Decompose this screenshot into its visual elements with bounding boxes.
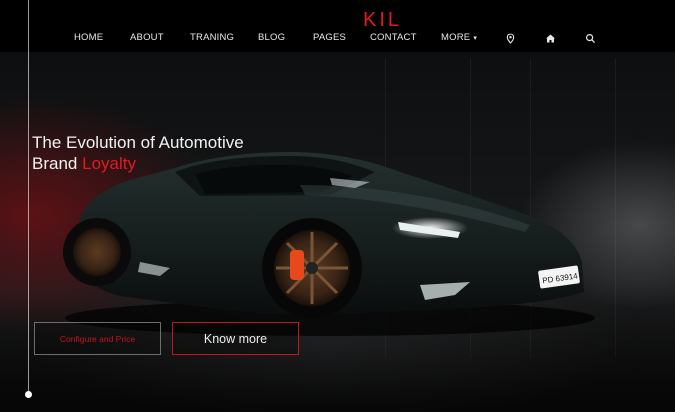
configure-and-price-button[interactable]: Configure and Price xyxy=(34,322,161,355)
caret-down-icon: ▾ xyxy=(473,35,478,42)
nav-training[interactable]: TRANING xyxy=(190,32,234,43)
slide-indicator-dot[interactable] xyxy=(25,391,32,398)
home-icon[interactable] xyxy=(545,31,556,43)
nav-blog[interactable]: BLOG xyxy=(258,32,285,43)
nav-about[interactable]: ABOUT xyxy=(130,32,164,43)
hero-section: PD 63914 KIL HOME ABOUT TRANING BLOG PAG… xyxy=(0,0,675,412)
know-more-button[interactable]: Know more xyxy=(172,322,299,355)
brake-caliper xyxy=(290,250,304,280)
rear-rim xyxy=(73,228,121,276)
brand-logo[interactable]: KIL xyxy=(363,9,402,32)
hero-headline: The Evolution of Automotive Brand Loyalt… xyxy=(32,132,292,174)
search-icon[interactable] xyxy=(585,31,596,44)
headline-accent-word: Loyalty xyxy=(82,154,136,173)
headline-line-1: The Evolution of Automotive xyxy=(32,133,244,152)
top-navigation-bar xyxy=(0,0,675,52)
nav-contact[interactable]: CONTACT xyxy=(370,32,417,43)
slide-progress-line xyxy=(28,0,29,396)
nav-home[interactable]: HOME xyxy=(74,32,103,43)
nav-pages[interactable]: PAGES xyxy=(313,32,346,43)
wheel-hub xyxy=(306,262,318,274)
nav-more-label: MORE xyxy=(441,32,471,43)
nav-more[interactable]: MORE ▾ xyxy=(441,32,477,43)
headline-line-2: Brand xyxy=(32,154,78,173)
map-pin-icon[interactable] xyxy=(505,31,516,44)
